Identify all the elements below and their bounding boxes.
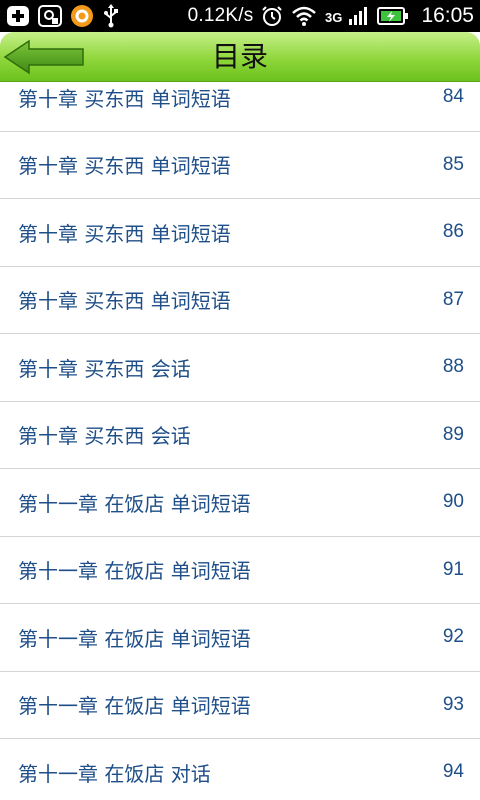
toc-item-title: 第十一章 在饭店 单词短语 (18, 694, 251, 719)
toc-item-page: 89 (442, 423, 464, 445)
toc-item[interactable]: 第十章 买东西 单词短语 84 (0, 82, 480, 132)
toc-item-page: 88 (442, 356, 464, 378)
toc-item-page: 84 (442, 86, 464, 108)
toc-item-title: 第十章 买东西 单词短语 (18, 289, 231, 314)
network-type: 3G (325, 10, 342, 25)
toc-list: 第十章 买东西 单词短语 84 第十章 买东西 单词短语 85 第十章 买东西 … (0, 82, 480, 800)
weibo-notification-icon (70, 4, 94, 28)
alarm-icon (261, 5, 283, 27)
toc-item[interactable]: 第十一章 在饭店 单词短语 93 (0, 671, 480, 739)
wifi-icon (291, 5, 317, 27)
toc-item[interactable]: 第十一章 在饭店 单词短语 90 (0, 469, 480, 537)
toc-item-page: 87 (442, 288, 464, 310)
toc-item-page: 90 (442, 491, 464, 513)
toc-item-page: 93 (442, 693, 464, 715)
toc-item-title: 第十一章 在饭店 单词短语 (18, 491, 251, 516)
toc-item-page: 91 (442, 558, 464, 580)
usb-icon (102, 4, 120, 28)
status-bar-right: 0.12K/s 3G 16:05 (188, 0, 474, 32)
toc-item-page: 86 (442, 221, 464, 243)
toc-item-title: 第十章 买东西 单词短语 (18, 86, 231, 111)
app-notification-icon (38, 5, 62, 27)
back-button[interactable] (2, 38, 86, 76)
toc-item[interactable]: 第十章 买东西 单词短语 87 (0, 266, 480, 334)
battery-charging-icon (377, 6, 409, 26)
back-arrow-icon (3, 39, 85, 75)
toc-item[interactable]: 第十一章 在饭店 对话 94 (0, 739, 480, 800)
toc-item-title: 第十一章 在饭店 单词短语 (18, 626, 251, 651)
toc-item[interactable]: 第十一章 在饭店 单词短语 91 (0, 536, 480, 604)
status-bar-left (6, 0, 120, 32)
toc-item-title: 第十章 买东西 会话 (18, 356, 191, 381)
toc-item-title: 第十章 买东西 单词短语 (18, 154, 231, 179)
status-bar: 0.12K/s 3G 16:05 (0, 0, 480, 32)
toc-item[interactable]: 第十章 买东西 单词短语 85 (0, 131, 480, 199)
toc-item[interactable]: 第十一章 在饭店 单词短语 92 (0, 604, 480, 672)
toc-item[interactable]: 第十章 买东西 会话 89 (0, 401, 480, 469)
toc-item-page: 92 (442, 626, 464, 648)
toc-item-page: 94 (442, 761, 464, 783)
add-notification-icon (6, 5, 30, 27)
toc-item-title: 第十一章 在饭店 对话 (18, 761, 211, 786)
toc-item-title: 第十章 买东西 会话 (18, 424, 191, 449)
toc-item-page: 85 (442, 153, 464, 175)
toc-item[interactable]: 第十章 买东西 单词短语 86 (0, 199, 480, 267)
signal-icon: 3G (325, 5, 369, 27)
title-bar: 目录 (0, 32, 480, 82)
network-speed: 0.12K/s (187, 5, 254, 26)
toc-item-title: 第十一章 在饭店 单词短语 (18, 559, 251, 584)
toc-item[interactable]: 第十章 买东西 会话 88 (0, 334, 480, 402)
toc-list-inner: 第十章 买东西 单词短语 84 第十章 买东西 单词短语 85 第十章 买东西 … (0, 82, 480, 800)
toc-item-title: 第十章 买东西 单词短语 (18, 221, 231, 246)
clock: 16:05 (421, 4, 474, 27)
